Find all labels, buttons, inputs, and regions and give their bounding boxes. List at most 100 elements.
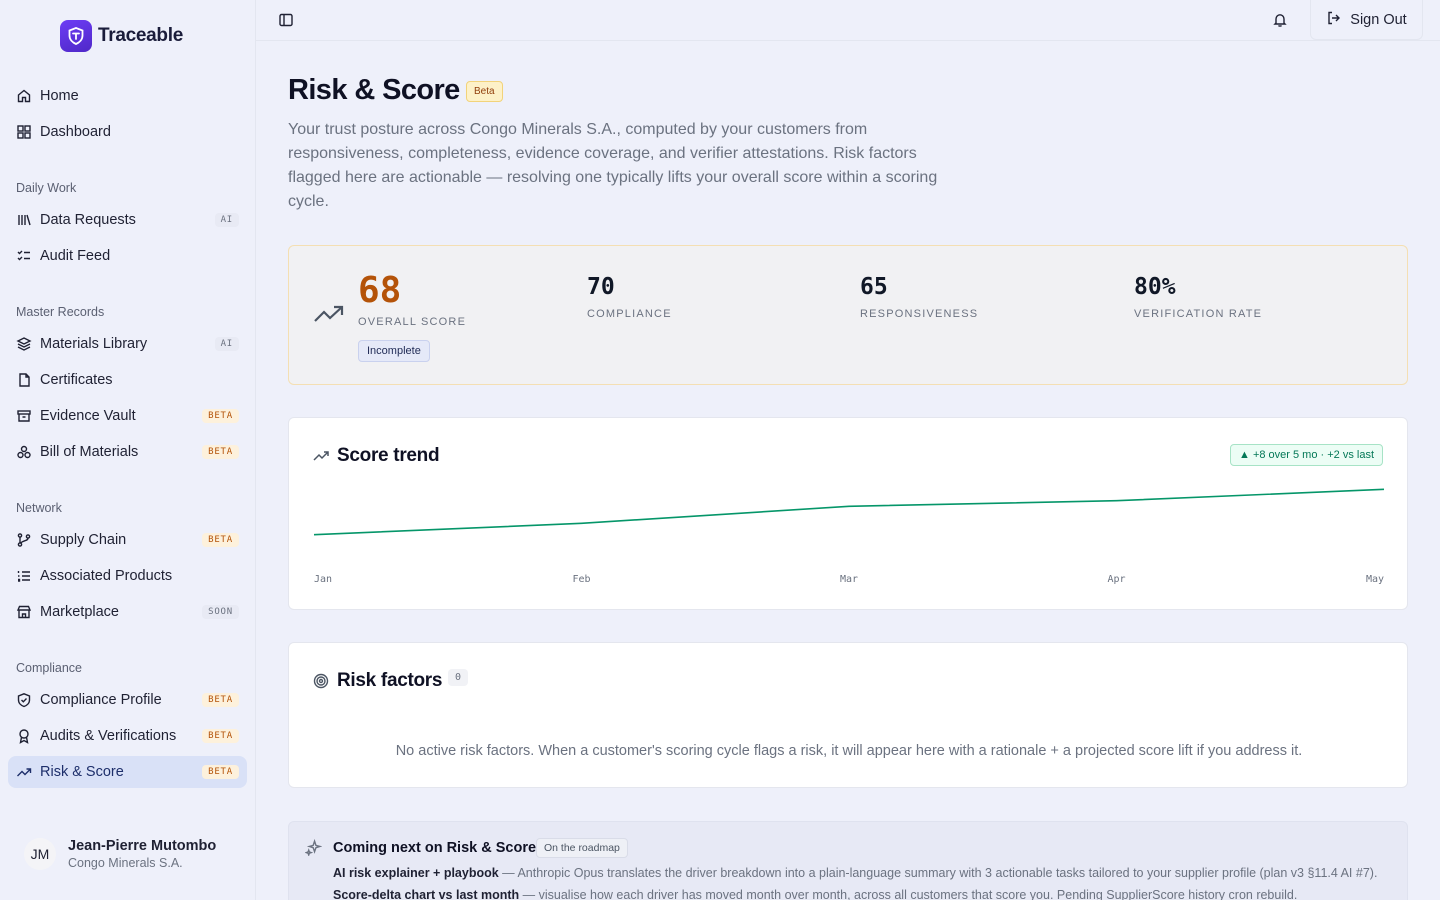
- roadmap-item: AI risk explainer + playbook — Anthropic…: [333, 866, 1377, 880]
- verification-rate-label: VERIFICATION RATE: [1134, 308, 1263, 320]
- x-tick-label: Jan: [314, 574, 332, 585]
- soon-badge: SOON: [202, 605, 239, 619]
- sign-out-button[interactable]: Sign Out: [1310, 0, 1423, 40]
- x-tick-label: Feb: [572, 574, 590, 585]
- sidebar-item-label: Home: [40, 88, 79, 104]
- sidebar-item-label: Marketplace: [40, 604, 119, 620]
- brand[interactable]: Traceable: [60, 20, 183, 52]
- sidebar-item-bill-of-materials[interactable]: Bill of Materials BETA: [8, 436, 247, 468]
- section-network: Network: [16, 501, 62, 515]
- layers-icon: [16, 336, 32, 352]
- roadmap-title: Coming next on Risk & Score: [333, 840, 537, 856]
- sidebar-item-label: Risk & Score: [40, 764, 124, 780]
- award-icon: [16, 728, 32, 744]
- sidebar-item-marketplace[interactable]: Marketplace SOON: [8, 596, 247, 628]
- sidebar-item-label: Dashboard: [40, 124, 111, 140]
- list-check-icon: [16, 248, 32, 264]
- compliance-score-label: COMPLIANCE: [587, 308, 672, 320]
- toggle-sidebar-icon[interactable]: [278, 12, 294, 28]
- beta-badge: BETA: [202, 765, 239, 779]
- sidebar-item-label: Evidence Vault: [40, 408, 136, 424]
- sidebar-item-supply-chain[interactable]: Supply Chain BETA: [8, 524, 247, 556]
- bell-icon[interactable]: [1272, 12, 1288, 28]
- sidebar-item-label: Bill of Materials: [40, 444, 139, 460]
- sidebar-item-associated-products[interactable]: Associated Products: [8, 560, 247, 592]
- sign-out-label: Sign Out: [1350, 11, 1407, 28]
- beta-badge: BETA: [202, 533, 239, 547]
- sidebar-item-materials-library[interactable]: Materials Library AI: [8, 328, 247, 360]
- ai-badge: AI: [214, 213, 239, 227]
- sidebar-item-compliance-profile[interactable]: Compliance Profile BETA: [8, 684, 247, 716]
- verification-rate-value: 80%: [1134, 274, 1176, 300]
- user-name: Jean-Pierre Mutombo: [68, 838, 217, 854]
- page-title: Risk & Score: [288, 74, 460, 106]
- section-master-records: Master Records: [16, 305, 105, 319]
- sidebar-item-label: Audit Feed: [40, 248, 111, 264]
- sidebar-item-evidence-vault[interactable]: Evidence Vault BETA: [8, 400, 247, 432]
- sidebar-item-label: Certificates: [40, 372, 113, 388]
- compliance-score-value: 70: [587, 274, 615, 300]
- risk-count-badge: 0: [448, 669, 469, 686]
- sidebar-item-label: Data Requests: [40, 212, 136, 228]
- section-daily-work: Daily Work: [16, 181, 77, 195]
- shield-check-icon: [16, 692, 32, 708]
- sidebar-item-certificates[interactable]: Certificates: [8, 364, 247, 396]
- list-ordered-icon: [16, 568, 32, 584]
- sidebar-item-home[interactable]: Home: [8, 80, 247, 112]
- x-tick-label: May: [1366, 574, 1384, 585]
- document-icon: [16, 372, 32, 388]
- section-compliance: Compliance: [16, 661, 83, 675]
- empty-state-message: No active risk factors. When a customer'…: [395, 743, 1303, 759]
- sidebar: Traceable Home Dashboard Daily Work Data…: [0, 0, 256, 900]
- avatar: JM: [24, 838, 56, 870]
- traceable-logo-icon: [60, 20, 92, 52]
- roadmap-item: Score-delta chart vs last month — visual…: [333, 888, 1297, 900]
- grid-icon: [16, 124, 32, 140]
- user-profile[interactable]: JM Jean-Pierre Mutombo Congo Minerals S.…: [24, 838, 216, 870]
- responsiveness-score-value: 65: [860, 274, 888, 300]
- roadmap-panel: Coming next on Risk & Score On the roadm…: [288, 821, 1408, 900]
- roadmap-item-desc: — Anthropic Opus translates the driver b…: [498, 866, 1378, 880]
- sidebar-item-audit-feed[interactable]: Audit Feed: [8, 240, 247, 272]
- trending-up-icon: [16, 764, 32, 780]
- sparkles-icon: [304, 838, 323, 861]
- sidebar-item-label: Audits & Verifications: [40, 728, 177, 744]
- logout-icon: [1326, 10, 1342, 30]
- score-summary-card: 68 OVERALL SCORE Incomplete 70 COMPLIANC…: [288, 245, 1408, 385]
- ai-badge: AI: [214, 337, 239, 351]
- sidebar-item-label: Supply Chain: [40, 532, 127, 548]
- sidebar-item-audits-verifications[interactable]: Audits & Verifications BETA: [8, 720, 247, 752]
- beta-badge: BETA: [202, 409, 239, 423]
- responsiveness-score-label: RESPONSIVENESS: [860, 308, 979, 320]
- topbar: Sign Out: [256, 0, 1440, 41]
- sidebar-item-risk-score[interactable]: Risk & Score BETA: [8, 756, 247, 788]
- sidebar-item-dashboard[interactable]: Dashboard: [8, 116, 247, 148]
- trending-up-icon: [313, 304, 345, 329]
- page-subtitle: Your trust posture across Congo Minerals…: [288, 121, 938, 210]
- sidebar-item-label: Compliance Profile: [40, 692, 162, 708]
- beta-badge: BETA: [202, 729, 239, 743]
- series-line: [313, 488, 1385, 536]
- roadmap-item-name: AI risk explainer + playbook: [333, 866, 499, 880]
- sidebar-item-label: Associated Products: [40, 568, 173, 584]
- brand-name: Traceable: [98, 25, 183, 46]
- risk-factors-card: Risk factors 0 No active risk factors. W…: [288, 642, 1408, 788]
- beta-badge: BETA: [202, 693, 239, 707]
- x-tick-label: Apr: [1107, 574, 1125, 585]
- archive-icon: [16, 408, 32, 424]
- overall-score-value: 68: [358, 270, 402, 311]
- sidebar-item-data-requests[interactable]: Data Requests AI: [8, 204, 247, 236]
- roadmap-badge: On the roadmap: [536, 838, 628, 858]
- home-icon: [16, 88, 32, 104]
- store-icon: [16, 604, 32, 620]
- risk-factors-title: Risk factors: [337, 670, 443, 691]
- git-branch-icon: [16, 532, 32, 548]
- beta-badge: BETA: [202, 445, 239, 459]
- score-trend-chart: Jan Feb Mar Apr May: [313, 488, 1385, 585]
- boxes-icon: [16, 444, 32, 460]
- target-icon: [313, 673, 329, 694]
- overall-score-label: OVERALL SCORE: [358, 316, 467, 328]
- user-org: Congo Minerals S.A.: [68, 856, 183, 870]
- library-icon: [16, 212, 32, 228]
- sidebar-item-label: Materials Library: [40, 336, 148, 352]
